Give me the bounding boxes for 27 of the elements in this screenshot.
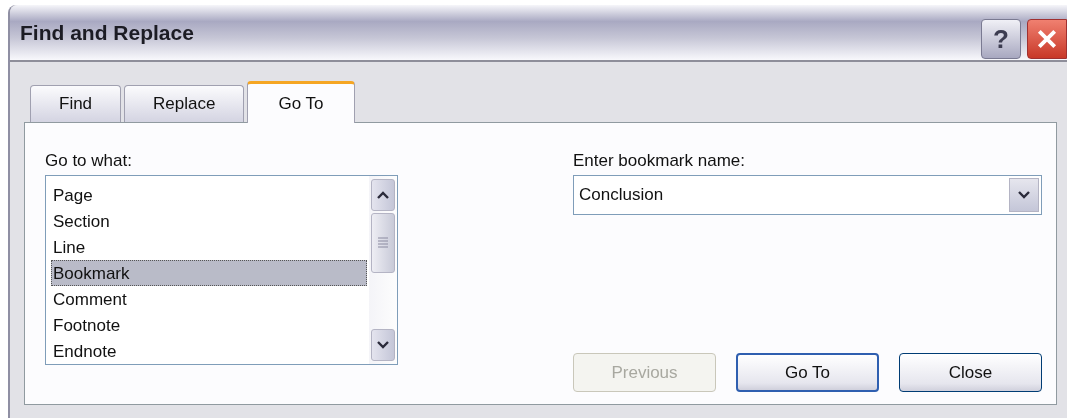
list-item[interactable]: Footnote <box>51 312 367 338</box>
list-item[interactable]: Bookmark <box>51 260 367 286</box>
grip-icon <box>378 237 388 249</box>
list-item[interactable]: Endnote <box>51 338 367 364</box>
list-item[interactable]: Page <box>51 182 367 208</box>
field-label: Go to what: <box>45 151 133 171</box>
scroll-up-button[interactable] <box>371 179 395 211</box>
tab[interactable]: Go To <box>247 81 355 123</box>
up-chevron-icon <box>377 191 389 199</box>
scrollbar-thumb[interactable] <box>371 213 395 273</box>
tab[interactable]: Find <box>30 85 122 122</box>
list-item[interactable]: Section <box>51 208 367 234</box>
dialog-button[interactable]: Go To <box>736 353 879 392</box>
tab[interactable]: Replace <box>124 85 245 122</box>
list-item[interactable]: Comment <box>51 286 367 312</box>
dropdown-button[interactable] <box>1009 178 1039 212</box>
field-label: Enter bookmark name: <box>573 151 746 171</box>
close-icon <box>1036 28 1058 50</box>
down-chevron-icon <box>1018 191 1030 199</box>
bookmark-name-field[interactable]: Conclusion <box>573 175 1042 215</box>
scroll-down-button[interactable] <box>371 329 395 361</box>
down-chevron-icon <box>377 341 389 349</box>
help-button[interactable]: ? <box>981 19 1021 59</box>
window-title: Find and Replace <box>20 20 194 45</box>
list-item[interactable]: Line <box>51 234 367 260</box>
dialog-button[interactable]: Close <box>899 353 1042 392</box>
close-button[interactable] <box>1027 19 1067 59</box>
